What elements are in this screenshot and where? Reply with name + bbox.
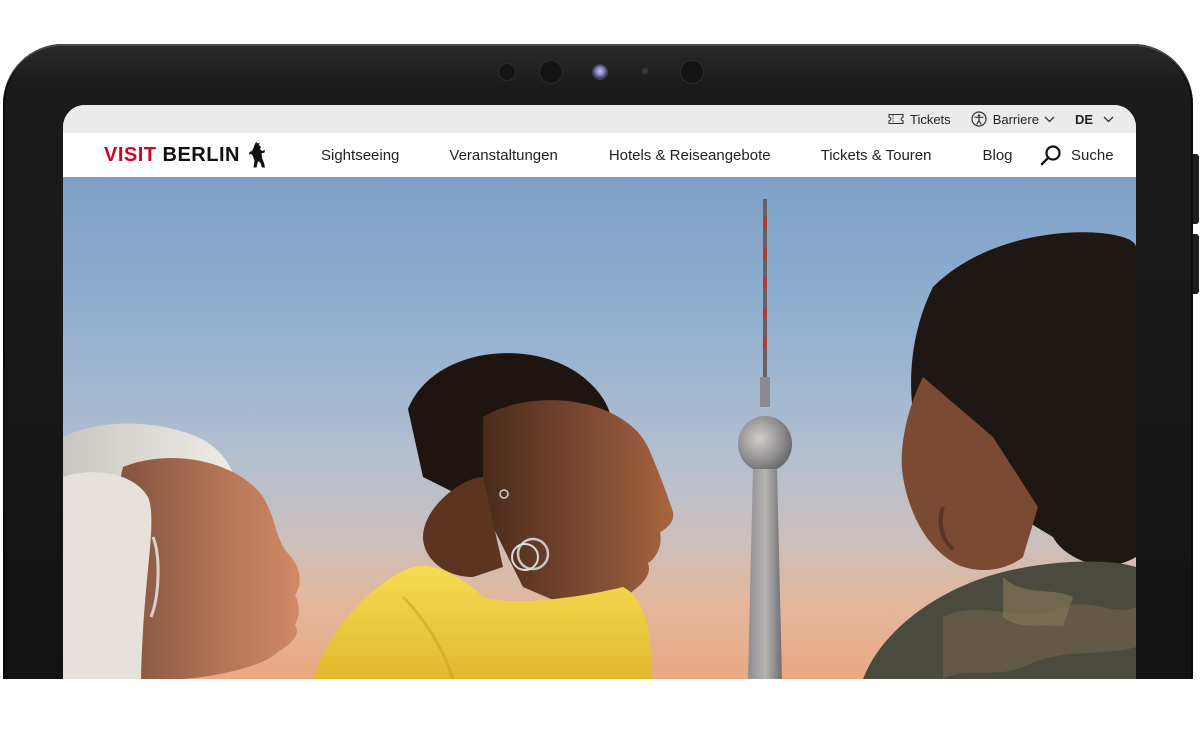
search-label: Suche — [1071, 146, 1114, 164]
tickets-link[interactable]: Tickets — [888, 112, 951, 127]
logo-visit-text: VISIT — [104, 143, 157, 166]
person-left — [63, 423, 300, 679]
accessibility-icon — [971, 111, 987, 127]
person-right — [863, 232, 1136, 679]
utility-bar: Tickets Barriere DE — [63, 105, 1136, 133]
accessibility-label: Barriere — [992, 111, 1039, 127]
logo-berlin-text: BERLIN — [162, 143, 240, 166]
browser-screen: Tickets Barriere DE VISIT BERLIN Sightse… — [63, 105, 1136, 730]
hero-illustration — [63, 199, 1136, 679]
camera-sensor — [680, 60, 704, 84]
tablet-side-button — [1193, 234, 1199, 294]
nav-item-veranstaltungen[interactable]: Veranstaltungen — [449, 147, 557, 164]
search-button[interactable]: Suche — [1040, 133, 1114, 177]
accessibility-menu[interactable]: Barriere — [971, 111, 1055, 127]
page-bottom-area — [0, 679, 1200, 730]
nav-item-sightseeing[interactable]: Sightseeing — [321, 147, 399, 164]
tablet-side-button — [1193, 154, 1199, 224]
nav-item-hotels[interactable]: Hotels & Reiseangebote — [609, 147, 771, 164]
chevron-down-icon — [1103, 116, 1114, 123]
camera-sensor — [539, 60, 563, 84]
person-middle — [313, 353, 674, 679]
camera-sensor — [642, 68, 648, 74]
hero-image — [63, 177, 1136, 679]
nav-links: Sightseeing Veranstaltungen Hotels & Rei… — [321, 133, 1013, 177]
main-navigation: VISIT BERLIN Sightseeing Veranstaltungen… — [63, 133, 1136, 177]
berlin-bear-icon — [248, 141, 266, 169]
search-icon — [1040, 144, 1062, 166]
stage: Tickets Barriere DE VISIT BERLIN Sightse… — [0, 0, 1200, 730]
nav-item-blog[interactable]: Blog — [983, 147, 1013, 164]
language-label: DE — [1074, 111, 1093, 127]
tickets-label: Tickets — [909, 111, 951, 127]
chevron-down-icon — [1044, 116, 1055, 123]
tv-tower — [738, 199, 792, 679]
visit-berlin-logo[interactable]: VISIT BERLIN — [104, 141, 266, 169]
camera-lens — [592, 64, 608, 80]
language-selector[interactable]: DE — [1075, 112, 1114, 127]
nav-item-tickets-touren[interactable]: Tickets & Touren — [821, 147, 932, 164]
ticket-icon — [888, 113, 904, 125]
camera-sensor — [498, 63, 516, 81]
